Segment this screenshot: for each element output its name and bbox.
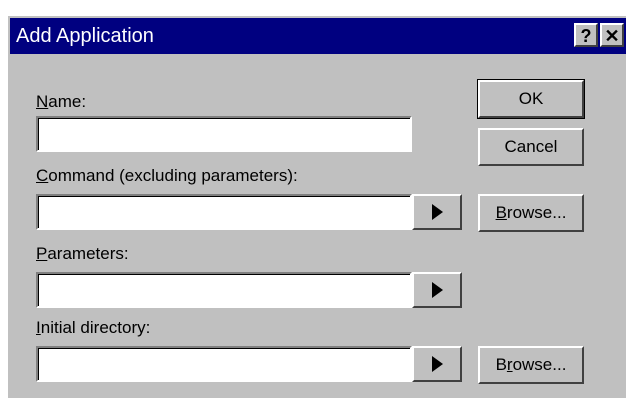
name-label-text: ame: (48, 92, 87, 111)
name-label: Name: (36, 92, 86, 112)
command-label-text: ommand (excluding parameters): (48, 166, 298, 185)
command-label: Command (excluding parameters): (36, 166, 298, 186)
add-application-dialog: Add Application ? ✕ Name: Command (exclu… (6, 14, 626, 398)
parameters-label-text: arameters: (47, 244, 129, 263)
dialog-title: Add Application (16, 25, 154, 47)
browse-directory-pre: B (495, 355, 507, 374)
help-button[interactable]: ? (574, 23, 598, 47)
close-button[interactable]: ✕ (600, 23, 624, 47)
parameters-label-hotkey: P (36, 244, 48, 263)
command-input[interactable] (36, 194, 412, 230)
command-label-hotkey: C (36, 166, 49, 185)
command-arrow-button[interactable] (412, 194, 462, 230)
initial-directory-label: Initial directory: (36, 318, 150, 338)
right-arrow-icon (432, 204, 443, 220)
right-arrow-icon (432, 356, 443, 372)
browse-command-hotkey: B (495, 203, 507, 222)
right-arrow-icon (432, 282, 443, 298)
browse-directory-button[interactable]: Browse... (478, 346, 584, 384)
cancel-button[interactable]: Cancel (478, 128, 584, 166)
initial-directory-input[interactable] (36, 346, 412, 382)
title-bar[interactable]: Add Application ? ✕ (10, 18, 626, 54)
initial-directory-label-text: nitial directory: (40, 318, 151, 337)
name-input[interactable] (36, 116, 412, 152)
parameters-label: Parameters: (36, 244, 129, 264)
browse-command-button[interactable]: Browse... (478, 194, 584, 232)
name-label-hotkey: N (36, 92, 49, 111)
browse-directory-text: owse... (512, 355, 567, 374)
initial-directory-arrow-button[interactable] (412, 346, 462, 382)
browse-command-text: rowse... (506, 203, 567, 222)
parameters-arrow-button[interactable] (412, 272, 462, 308)
parameters-input[interactable] (36, 272, 412, 308)
ok-button[interactable]: OK (477, 79, 585, 119)
